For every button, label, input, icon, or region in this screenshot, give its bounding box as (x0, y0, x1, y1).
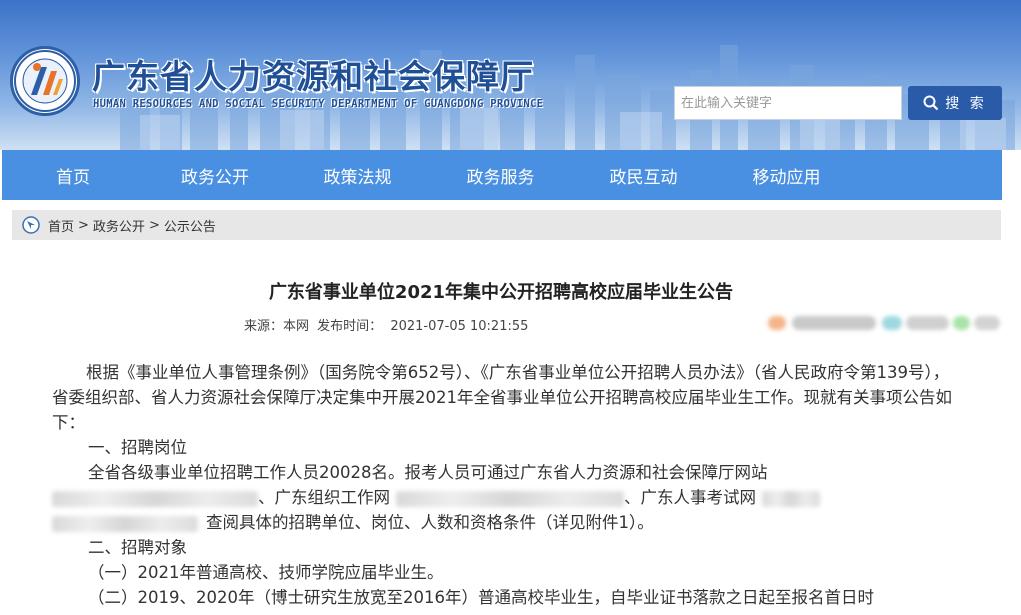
share-icon[interactable] (882, 316, 902, 330)
article-paragraph-links: 查阅具体的招聘单位、岗位、人数和资格条件（详见附件1）。 (52, 510, 952, 535)
article-text: 、广东人事考试网 (624, 488, 756, 507)
share-icon[interactable] (905, 316, 949, 330)
section-heading: 二、招聘对象 (88, 538, 187, 557)
share-icon[interactable] (952, 316, 971, 330)
nav-item-home[interactable]: 首页 (2, 163, 144, 188)
article-date-label: 发布时间： (317, 319, 383, 334)
breadcrumb-home-link[interactable]: 首页 (48, 216, 74, 235)
breadcrumb-government-affairs-link[interactable]: 政务公开 (93, 216, 145, 235)
article-list-item: （一）2021年普通高校、技师学院应届毕业生。 (88, 563, 444, 582)
breadcrumb-announcements-link[interactable]: 公示公告 (164, 216, 216, 235)
location-arrow-icon (22, 216, 40, 234)
search-button-label: 搜 索 (945, 96, 987, 112)
article-text: 、广东组织工作网 (258, 488, 390, 507)
article-title: 广东省事业单位2021年集中公开招聘高校应届毕业生公告 (268, 282, 734, 303)
redacted-link[interactable] (396, 490, 624, 507)
article-body: 根据《事业单位人事管理条例》（国务院令第652号）、《广东省事业单位公开招聘人员… (52, 360, 952, 610)
share-icon[interactable] (974, 316, 1000, 330)
department-logo-icon (10, 46, 80, 116)
site-header: 广东省人力资源和社会保障厅 HUMAN RESOURCES AND SOCIAL… (0, 0, 1021, 150)
section-heading: 一、招聘岗位 (88, 438, 187, 457)
nav-item-mobile-apps[interactable]: 移动应用 (715, 163, 858, 188)
redacted-link[interactable] (52, 490, 258, 507)
search-icon (923, 95, 939, 111)
nav-item-policies[interactable]: 政策法规 (286, 163, 429, 188)
redacted-link[interactable] (762, 490, 820, 507)
search-input[interactable] (674, 86, 902, 120)
redacted-link[interactable] (52, 515, 198, 532)
nav-item-interaction[interactable]: 政民互动 (572, 163, 715, 188)
article-paragraph-links: 、广东组织工作网 、广东人事考试网 (52, 485, 952, 510)
article-paragraph: 根据《事业单位人事管理条例》（国务院令第652号）、《广东省事业单位公开招聘人员… (52, 363, 952, 432)
article-meta: 来源：本网 发布时间： 2021-07-05 10:21:55 (244, 315, 532, 334)
share-icon[interactable] (768, 316, 786, 330)
main-nav: 首页 政务公开 政策法规 政务服务 政民互动 移动应用 (2, 150, 1002, 200)
nav-item-government-affairs[interactable]: 政务公开 (144, 163, 286, 188)
site-title: 广东省人力资源和社会保障厅 (92, 57, 534, 96)
article-date: 2021-07-05 10:21:55 (390, 319, 529, 334)
article-source: 来源：本网 (244, 319, 310, 334)
article-list-item: （二）2019、2020年（博士研究生放宽至2016年）普通高校毕业生，自毕业证… (88, 588, 874, 607)
article-text: 查阅具体的招聘单位、岗位、人数和资格条件（详见附件1）。 (206, 513, 654, 532)
share-icons-blurred[interactable] (768, 313, 1000, 333)
nav-item-services[interactable]: 政务服务 (429, 163, 572, 188)
breadcrumb-separator: > (78, 217, 89, 233)
site-title-english: HUMAN RESOURCES AND SOCIAL SECURITY DEPA… (93, 98, 544, 110)
article-paragraph: 全省各级事业单位招聘工作人员20028名。报考人员可通过广东省人力资源和社会保障… (88, 463, 768, 482)
breadcrumb: 首页 > 政务公开 > 公示公告 (12, 210, 1001, 240)
share-icon[interactable] (791, 316, 877, 330)
search-button[interactable]: 搜 索 (908, 86, 1002, 120)
breadcrumb-separator: > (148, 217, 160, 233)
